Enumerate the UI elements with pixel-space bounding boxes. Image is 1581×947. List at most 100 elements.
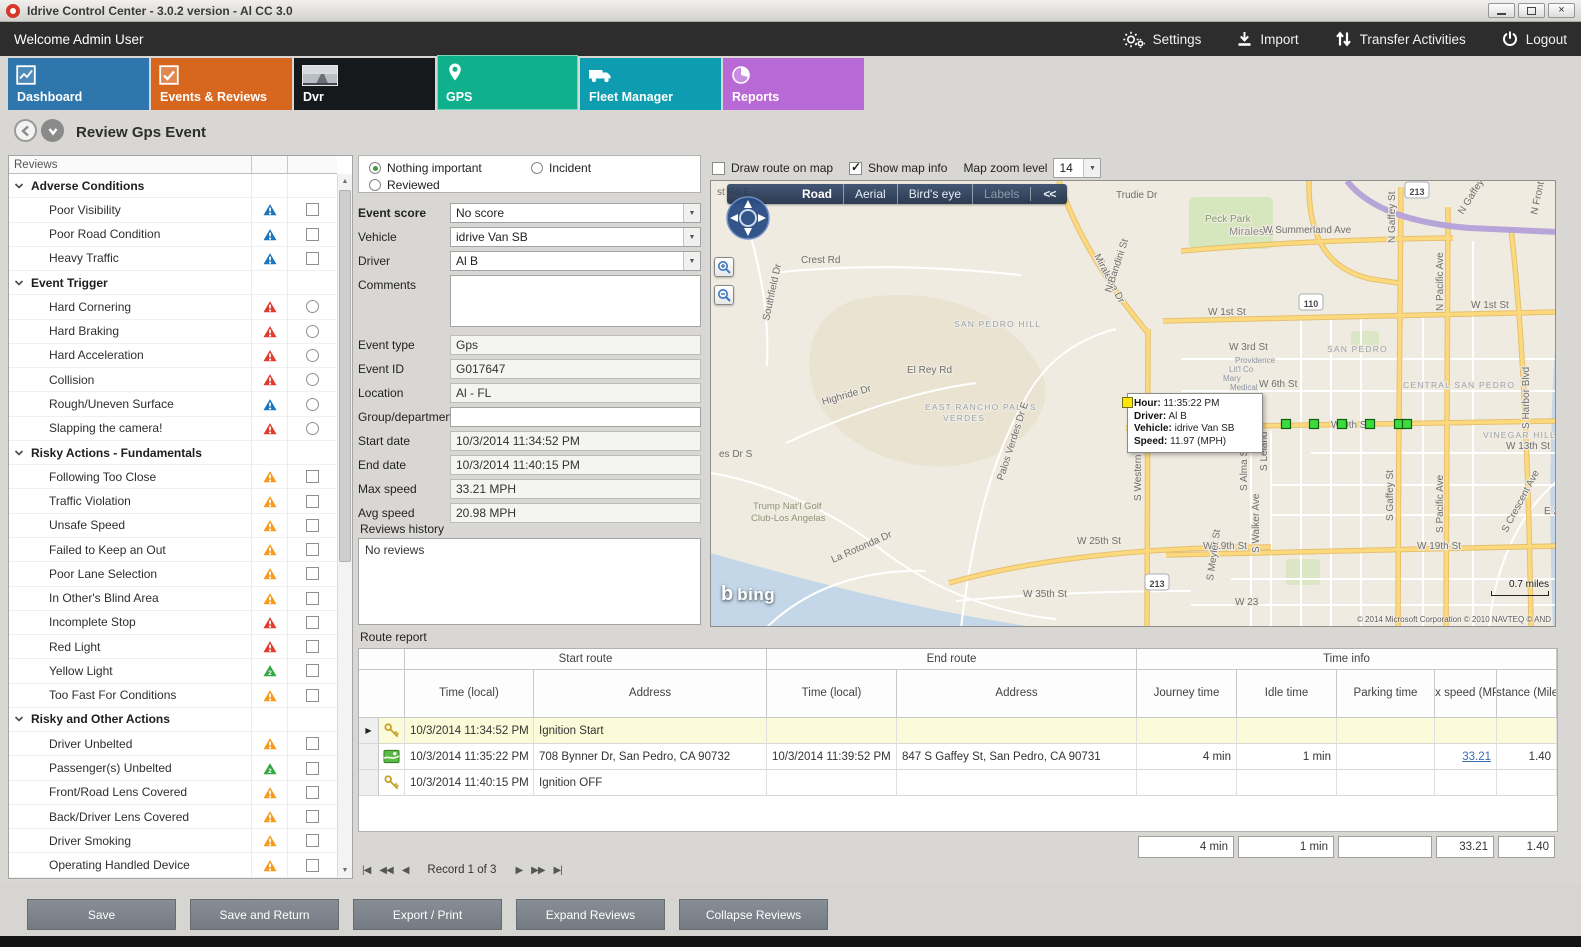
review-checkbox[interactable] bbox=[306, 592, 319, 605]
settings-button[interactable]: Settings bbox=[1123, 31, 1202, 48]
map-toolbar-collapse-button[interactable]: << bbox=[1030, 187, 1059, 201]
minimize-button[interactable] bbox=[1488, 3, 1515, 18]
tab-events-reviews[interactable]: Events & Reviews bbox=[151, 58, 292, 110]
reviews-history-box[interactable]: No reviews bbox=[358, 538, 701, 625]
pager-prev-record-button[interactable]: ◀ bbox=[402, 865, 409, 876]
export-print-button[interactable]: Export / Print bbox=[353, 899, 502, 930]
review-checkbox[interactable] bbox=[306, 859, 319, 872]
review-checkbox[interactable] bbox=[306, 616, 319, 629]
reviews-scrollbar[interactable]: ▲ ▼ bbox=[337, 174, 352, 878]
review-checkbox[interactable] bbox=[306, 737, 319, 750]
field-label: End date bbox=[358, 455, 450, 475]
map-compass-control[interactable] bbox=[725, 195, 771, 244]
map-view-labels[interactable]: Labels bbox=[972, 184, 1030, 204]
driver-dropdown[interactable]: Al B▼ bbox=[450, 251, 701, 271]
review-group-risky-actions-fundamentals[interactable]: Risky Actions - Fundamentals bbox=[9, 441, 337, 465]
review-checkbox[interactable] bbox=[306, 786, 319, 799]
severity-orange-triangle-icon bbox=[251, 465, 287, 488]
review-radio[interactable] bbox=[306, 422, 319, 435]
review-checkbox[interactable] bbox=[306, 640, 319, 653]
tab-dashboard[interactable]: Dashboard bbox=[8, 58, 149, 110]
map-view-aerial[interactable]: Aerial bbox=[843, 184, 897, 204]
route-current-point[interactable] bbox=[1122, 397, 1133, 408]
review-group-adverse-conditions[interactable]: Adverse Conditions bbox=[9, 174, 337, 198]
scroll-down-icon[interactable]: ▼ bbox=[338, 863, 352, 878]
scrollbar-thumb[interactable] bbox=[339, 190, 351, 562]
status-radio-incident[interactable]: Incident bbox=[531, 161, 591, 175]
collapse-chevron-icon[interactable] bbox=[14, 448, 24, 458]
status-radio-nothing-important[interactable]: Nothing important bbox=[369, 161, 482, 175]
collapse-header-button[interactable] bbox=[41, 119, 64, 142]
route-waypoint[interactable] bbox=[1366, 420, 1375, 429]
collapse-chevron-icon[interactable] bbox=[14, 278, 24, 288]
transfer-activities-button[interactable]: Transfer Activities bbox=[1335, 31, 1466, 47]
route-waypoint[interactable] bbox=[1310, 420, 1319, 429]
group-department-value[interactable] bbox=[450, 407, 701, 427]
review-radio[interactable] bbox=[306, 398, 319, 411]
bing-map[interactable]: 213110213 st Rd ETrudie DrPeck ParkMiral… bbox=[710, 180, 1556, 627]
import-button[interactable]: Import bbox=[1237, 31, 1298, 47]
row-indicator[interactable] bbox=[359, 770, 379, 796]
tab-dvr[interactable]: Dvr bbox=[294, 58, 435, 110]
review-radio[interactable] bbox=[306, 325, 319, 338]
map-zoom-dropdown[interactable]: 14 ▼ bbox=[1053, 158, 1101, 178]
show-map-info-checkbox[interactable] bbox=[849, 162, 862, 175]
map-zoom-in-button[interactable] bbox=[714, 257, 734, 277]
route-waypoint[interactable] bbox=[1338, 420, 1347, 429]
review-checkbox[interactable] bbox=[306, 228, 319, 241]
review-checkbox[interactable] bbox=[306, 203, 319, 216]
map-zoom-out-button[interactable] bbox=[714, 285, 734, 305]
review-checkbox[interactable] bbox=[306, 519, 319, 532]
route-waypoint[interactable] bbox=[1403, 420, 1412, 429]
scroll-up-icon[interactable]: ▲ bbox=[338, 174, 352, 189]
collapse-chevron-icon[interactable] bbox=[14, 714, 24, 724]
comments-input[interactable] bbox=[450, 275, 701, 327]
pager-prev-page-button[interactable]: ◀◀ bbox=[379, 865, 392, 876]
max-speed-link[interactable]: 33.21 bbox=[1462, 751, 1491, 763]
review-radio[interactable] bbox=[306, 349, 319, 362]
save-button[interactable]: Save bbox=[27, 899, 176, 930]
review-checkbox[interactable] bbox=[306, 810, 319, 823]
tab-gps[interactable]: GPS bbox=[437, 55, 578, 110]
review-radio[interactable] bbox=[306, 300, 319, 313]
review-group-risky-and-other-actions[interactable]: Risky and Other Actions bbox=[9, 708, 337, 732]
pager-next-record-button[interactable]: ▶ bbox=[515, 865, 522, 876]
event-score-dropdown[interactable]: No score▼ bbox=[450, 203, 701, 223]
vehicle-dropdown[interactable]: idrive Van SB▼ bbox=[450, 227, 701, 247]
pager-first-button[interactable]: |◀ bbox=[362, 865, 370, 876]
review-checkbox[interactable] bbox=[306, 495, 319, 508]
review-checkbox[interactable] bbox=[306, 689, 319, 702]
collapse-chevron-icon[interactable] bbox=[14, 181, 24, 191]
row-indicator[interactable] bbox=[359, 744, 379, 770]
maximize-button[interactable] bbox=[1518, 3, 1545, 18]
pager-next-page-button[interactable]: ▶▶ bbox=[531, 865, 544, 876]
close-button[interactable]: × bbox=[1548, 3, 1575, 18]
window-titlebar: Idrive Control Center - 3.0.2 version - … bbox=[0, 0, 1581, 22]
review-checkbox[interactable] bbox=[306, 252, 319, 265]
review-group-event-trigger[interactable]: Event Trigger bbox=[9, 271, 337, 295]
review-checkbox[interactable] bbox=[306, 470, 319, 483]
logout-button[interactable]: Logout bbox=[1502, 31, 1567, 47]
expand-reviews-button[interactable]: Expand Reviews bbox=[516, 899, 665, 930]
collapse-reviews-button[interactable]: Collapse Reviews bbox=[679, 899, 828, 930]
review-checkbox[interactable] bbox=[306, 567, 319, 580]
review-checkbox[interactable] bbox=[306, 834, 319, 847]
row-indicator[interactable]: ▶ bbox=[359, 718, 379, 744]
footer-button-bar: Save Save and Return Export / Print Expand … bbox=[0, 884, 1581, 936]
bing-logo[interactable]: b bing bbox=[721, 583, 775, 606]
draw-route-checkbox[interactable] bbox=[712, 162, 725, 175]
save-and-return-button[interactable]: Save and Return bbox=[190, 899, 339, 930]
route-waypoint[interactable] bbox=[1282, 420, 1291, 429]
status-radio-reviewed[interactable]: Reviewed bbox=[369, 178, 440, 192]
review-radio[interactable] bbox=[306, 373, 319, 386]
review-checkbox[interactable] bbox=[306, 762, 319, 775]
tab-reports[interactable]: Reports bbox=[723, 58, 864, 110]
review-checkbox[interactable] bbox=[306, 664, 319, 677]
back-button[interactable] bbox=[14, 119, 37, 142]
field-location: LocationAl - FL bbox=[358, 383, 701, 403]
map-view-bird-s-eye[interactable]: Bird's eye bbox=[897, 184, 972, 204]
review-checkbox[interactable] bbox=[306, 543, 319, 556]
tab-fleet-manager[interactable]: Fleet Manager bbox=[580, 58, 721, 110]
pager-last-button[interactable]: ▶| bbox=[554, 865, 562, 876]
map-view-road[interactable]: Road bbox=[791, 184, 843, 204]
